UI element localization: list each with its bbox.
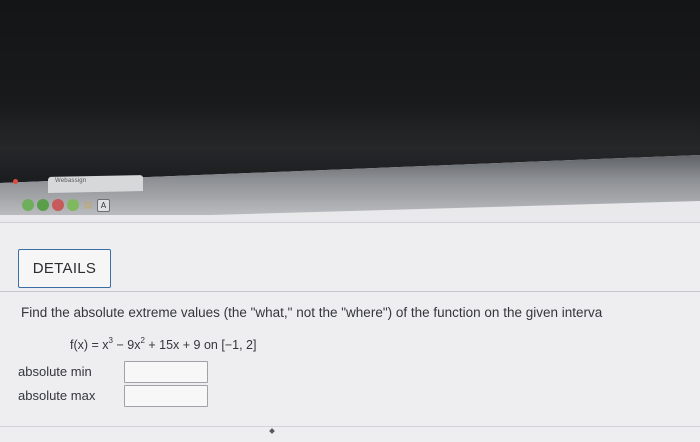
font-icon[interactable]: A [97,198,110,212]
bottom-divider [0,426,700,427]
absolute-max-input[interactable] [124,385,208,407]
green-circle-icon[interactable] [22,199,34,211]
function-formula: f(x) = x3 − 9x2 + 15x + 9 on [−1, 2] [70,336,256,352]
page-top-divider [0,222,700,223]
green-circle-icon[interactable] [37,199,49,211]
section-divider [0,291,700,292]
recording-dot-icon [13,179,18,184]
absolute-min-label: absolute min [18,364,92,379]
red-circle-icon[interactable] [52,199,64,211]
green-leaf-icon[interactable] [67,199,79,211]
details-button[interactable]: DETAILS [18,249,111,288]
absolute-min-input[interactable] [124,361,208,383]
tab-title: Webassign [55,178,87,184]
question-text: Find the absolute extreme values (the "w… [21,305,603,320]
person-icon[interactable]: ☺ [82,199,94,211]
absolute-max-label: absolute max [18,388,96,403]
formula-rhs: + 15x + 9 on [−1, 2] [144,338,257,352]
formula-mid: − 9x [113,338,141,352]
formula-lhs: f(x) = x [70,338,109,352]
extension-toolbar: ☺ A [22,196,110,214]
